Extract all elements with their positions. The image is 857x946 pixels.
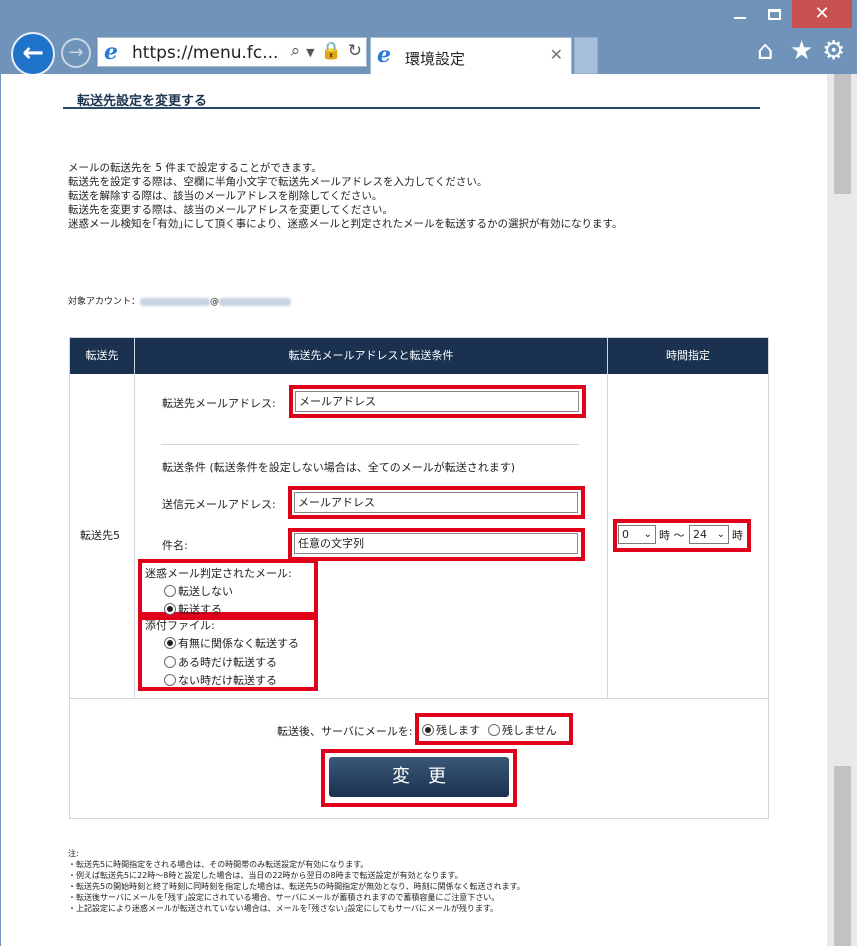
navigation-bar: ← → e https://menu.fc... ⌕ ▼ 🔒 ↻ e 環境設定 ✕ ⌂… — [0, 30, 857, 76]
column-divider — [607, 374, 608, 698]
minimize-icon[interactable] — [722, 0, 758, 28]
radio-button-checked[interactable] — [164, 603, 176, 615]
header-address-conditions: 転送先メールアドレスと転送条件 — [135, 338, 608, 374]
vertical-scrollbar[interactable] — [827, 74, 857, 946]
attach-option-with[interactable]: ある時だけ転送する — [164, 654, 277, 670]
address-actions: ⌕ ▼ 🔒 ↻ — [285, 41, 362, 61]
forward-address-label: 転送先メールアドレス: — [162, 397, 276, 410]
attach-option-always[interactable]: 有無に関係なく転送する — [164, 635, 299, 651]
refresh-icon[interactable]: ↻ — [348, 41, 362, 61]
radio-button[interactable] — [488, 724, 500, 736]
row-divider — [70, 698, 768, 699]
maximize-icon[interactable] — [758, 0, 790, 28]
scrollbar-thumb[interactable] — [834, 74, 851, 194]
keep-option-keep[interactable]: 残します — [422, 722, 480, 738]
back-icon[interactable]: ← — [11, 32, 55, 76]
page-viewport: 転送先設定を変更する メールの転送先を 5 件まで設定することができます。 転送… — [0, 74, 857, 946]
spam-option-forward[interactable]: 転送する — [164, 601, 222, 617]
address-bar[interactable]: e https://menu.fc... ⌕ ▼ 🔒 ↻ — [97, 37, 367, 67]
account-label: 対象アカウント： — [68, 297, 141, 307]
intro-line: 迷惑メール検知を｢有効｣にして頂く事により、迷惑メールと判定されたメールを転送す… — [68, 218, 623, 230]
favorites-star-icon[interactable]: ★ — [790, 36, 813, 66]
intro-line: 転送先を設定する際は、空欄に半角小文字で転送先メールアドレスを入力してください。 — [68, 176, 488, 188]
scrollbar-track-lower[interactable] — [834, 766, 851, 946]
radio-button[interactable] — [164, 585, 176, 597]
close-tab-icon[interactable]: ✕ — [550, 45, 563, 64]
intro-line: 転送先を変更する際は、該当のメールアドレスを変更してください。 — [68, 204, 393, 216]
note-line: ・転送先5の開始時刻と終了時刻に同時刻を指定した場合は、転送先5の時間指定が無効… — [68, 882, 525, 891]
table-header: 転送先 転送先メールアドレスと転送条件 時間指定 — [70, 338, 768, 374]
intro-text: メールの転送先を 5 件まで設定することができます。 転送先を設定する際は、空欄… — [68, 161, 623, 231]
subject-input[interactable]: 任意の文字列 — [294, 533, 578, 554]
keep-on-server-label: 転送後、サーバにメールを: — [277, 725, 413, 738]
row-label: 転送先5 — [80, 529, 120, 542]
home-icon[interactable]: ⌂ — [757, 36, 774, 66]
header-time: 時間指定 — [666, 349, 710, 362]
page-content: 転送先設定を変更する メールの転送先を 5 件まで設定することができます。 転送… — [1, 74, 827, 946]
change-button[interactable]: 変更 — [329, 757, 509, 797]
note-line: ・上記設定により迷惑メールが転送されていない場合は、メールを｢残さない｣設定にし… — [68, 904, 499, 913]
radio-button[interactable] — [164, 674, 176, 686]
ie-logo-icon: e — [104, 39, 118, 65]
account-name-redacted — [140, 297, 211, 306]
header-destination: 転送先 — [70, 338, 135, 374]
url-text[interactable]: https://menu.fc... — [132, 43, 278, 63]
spam-label: 迷惑メール判定されたメール: — [145, 567, 292, 580]
intro-line: 転送を解除する際は、該当のメールアドレスを削除してください。 — [68, 190, 383, 202]
time-suffix: 時 — [732, 529, 743, 542]
attachment-label: 添付ファイル: — [145, 619, 215, 632]
close-icon[interactable]: ✕ — [792, 0, 852, 28]
time-separator: 時 〜 — [659, 529, 685, 542]
search-icon[interactable]: ⌕ — [291, 41, 301, 61]
keep-option-delete[interactable]: 残しません — [488, 722, 557, 738]
settings-gear-icon[interactable]: ⚙ — [822, 36, 845, 66]
new-tab-button[interactable] — [574, 37, 598, 74]
conditions-label: 転送条件 (転送条件を設定しない場合は、全てのメールが転送されます) — [162, 461, 516, 474]
lock-icon[interactable]: 🔒 — [321, 41, 342, 61]
section-divider — [161, 444, 579, 445]
subject-label: 件名: — [162, 539, 188, 552]
tab-title: 環境設定 — [405, 50, 466, 68]
attach-option-without[interactable]: ない時だけ転送する — [164, 672, 277, 688]
note-line: ・転送後サーバにメールを｢残す｣設定にされている場合、サーバにメールが蓄積されま… — [68, 893, 500, 902]
forward-icon[interactable]: → — [61, 38, 91, 68]
title-divider — [63, 107, 760, 109]
intro-line: メールの転送先を 5 件まで設定することができます。 — [68, 162, 322, 174]
sender-address-input[interactable]: メールアドレス — [294, 492, 578, 513]
target-account: 対象アカウント： @ — [68, 294, 292, 307]
tab-settings[interactable]: e 環境設定 ✕ — [370, 37, 572, 74]
window-titlebar: ✕ — [0, 0, 857, 30]
account-domain-redacted — [219, 297, 292, 306]
radio-button-checked[interactable] — [164, 637, 176, 649]
notes: 注: ・転送先5に時間指定をされる場合は、その時間帯のみ転送設定が有効になります… — [68, 848, 525, 914]
sender-address-label: 送信元メールアドレス: — [162, 498, 276, 511]
chevron-down-icon: ⌄ — [716, 529, 725, 540]
radio-button[interactable] — [164, 656, 176, 668]
forward-address-input[interactable]: メールアドレス — [295, 391, 579, 412]
dropdown-icon[interactable]: ▼ — [306, 46, 314, 59]
ie-logo-icon: e — [377, 42, 391, 68]
chevron-down-icon: ⌄ — [643, 529, 652, 540]
time-from-select[interactable]: 0 ⌄ — [618, 525, 656, 544]
note-line: ・転送先5に時間指定をされる場合は、その時間帯のみ転送設定が有効になります。 — [68, 860, 369, 869]
note-line: ・例えば転送先5に22時〜8時と設定した場合は、当日の22時から翌日の8時まで転… — [68, 871, 463, 880]
note-line: 注: — [68, 849, 79, 858]
spam-option-no-forward[interactable]: 転送しない — [164, 583, 233, 599]
time-to-select[interactable]: 24 ⌄ — [689, 525, 729, 544]
column-divider — [134, 374, 135, 698]
radio-button-checked[interactable] — [422, 724, 434, 736]
